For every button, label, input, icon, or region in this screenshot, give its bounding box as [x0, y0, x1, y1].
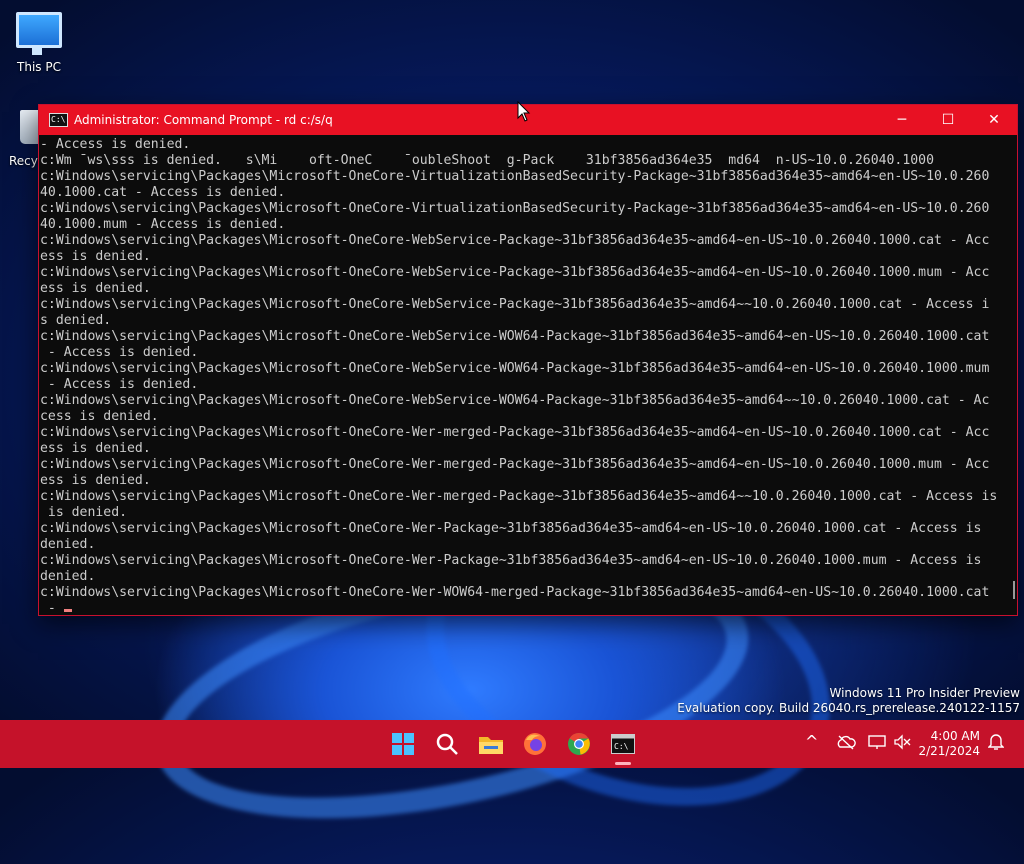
- clock-time: 4:00 AM: [930, 729, 980, 743]
- show-hidden-icons-button[interactable]: ^: [805, 732, 818, 751]
- volume-muted-icon[interactable]: [893, 734, 911, 754]
- console-line: ess is denied.: [40, 441, 151, 456]
- terminal-button[interactable]: C:\: [607, 728, 639, 760]
- taskbar: C:\ ^ 4:00 AM 2/21/2024: [0, 720, 1024, 768]
- evaluation-watermark: Windows 11 Pro Insider Preview Evaluatio…: [677, 686, 1020, 716]
- console-line: is denied.: [40, 505, 128, 520]
- watermark-line: Windows 11 Pro Insider Preview: [829, 686, 1020, 700]
- console-line: cess is denied.: [40, 409, 159, 424]
- console-line: c:Windows\servicing\Packages\Microsoft-O…: [40, 169, 990, 184]
- search-button[interactable]: [431, 728, 463, 760]
- console-line: c:Windows\servicing\Packages\Microsoft-O…: [40, 393, 990, 408]
- mouse-cursor-icon: [517, 101, 531, 122]
- console-line: ess is denied.: [40, 281, 151, 296]
- console-line: c:Windows\servicing\Packages\Microsoft-O…: [40, 329, 990, 344]
- console-line: c:Windows\servicing\Packages\Microsoft-O…: [40, 297, 990, 312]
- close-button[interactable]: ✕: [971, 105, 1017, 135]
- desktop-icon-label: This PC: [17, 60, 61, 74]
- console-line: c:Windows\servicing\Packages\Microsoft-O…: [40, 457, 990, 472]
- active-app-indicator: [615, 762, 631, 765]
- console-line: - Access is denied.: [40, 377, 199, 392]
- clock[interactable]: 4:00 AM 2/21/2024: [918, 729, 980, 759]
- console-line: c:Windows\servicing\Packages\Microsoft-O…: [40, 265, 990, 280]
- file-explorer-button[interactable]: [475, 728, 507, 760]
- start-button[interactable]: [387, 728, 419, 760]
- chrome-button[interactable]: [563, 728, 595, 760]
- search-icon: [436, 733, 458, 755]
- maximize-button[interactable]: ☐: [925, 105, 971, 135]
- console-line: c:Windows\servicing\Packages\Microsoft-O…: [40, 361, 990, 376]
- cmd-icon: C:\: [49, 113, 68, 127]
- console-line: c:Windows\servicing\Packages\Microsoft-O…: [40, 233, 990, 248]
- svg-text:C:\: C:\: [614, 742, 629, 751]
- console-line: 40.1000.mum - Access is denied.: [40, 217, 286, 232]
- console-line: c:Windows\servicing\Packages\Microsoft-O…: [40, 425, 990, 440]
- console-line: ess is denied.: [40, 249, 151, 264]
- terminal-icon: C:\: [611, 734, 635, 754]
- console-line: c:Windows\servicing\Packages\Microsoft-O…: [40, 521, 982, 536]
- console-output[interactable]: - Access is denied. c:Wm ̄ ws\sss is deni…: [39, 135, 1005, 615]
- console-line: -: [40, 601, 1005, 615]
- notification-bell-icon[interactable]: [987, 733, 1005, 755]
- window-title: Administrator: Command Prompt - rd c:/s/…: [74, 113, 333, 127]
- console-line: c:Windows\servicing\Packages\Microsoft-O…: [40, 585, 990, 600]
- firefox-button[interactable]: [519, 728, 551, 760]
- scrollbar[interactable]: [1011, 145, 1015, 609]
- command-prompt-window[interactable]: C:\ Administrator: Command Prompt - rd c…: [38, 104, 1018, 616]
- console-line: denied.: [40, 569, 96, 584]
- watermark-line: Evaluation copy. Build 26040.rs_prerelea…: [677, 701, 1020, 715]
- clock-date: 2/21/2024: [918, 744, 980, 758]
- monitor-icon: [16, 12, 62, 55]
- folder-icon: [479, 737, 503, 754]
- console-line: denied.: [40, 537, 96, 552]
- console-line: - Access is denied.: [40, 345, 199, 360]
- console-line: - Access is denied.: [40, 137, 191, 152]
- console-line: c:Windows\servicing\Packages\Microsoft-O…: [40, 201, 990, 216]
- text-cursor: [63, 609, 72, 612]
- onedrive-icon[interactable]: [836, 734, 856, 754]
- desktop-icon-this-pc[interactable]: This PC: [2, 12, 76, 74]
- console-line: c:Wm ̄ ws\sss is denied. s\Mi oft-OneC ̄…: [40, 153, 934, 168]
- firefox-icon: [524, 733, 546, 755]
- windows-logo-icon: [392, 733, 414, 755]
- console-line: c:Windows\servicing\Packages\Microsoft-O…: [40, 553, 982, 568]
- network-icon[interactable]: [868, 734, 886, 754]
- console-line: c:Windows\servicing\Packages\Microsoft-O…: [40, 489, 998, 504]
- chrome-icon: [568, 733, 590, 755]
- minimize-button[interactable]: ─: [879, 105, 925, 135]
- console-line: ess is denied.: [40, 473, 151, 488]
- console-line: 40.1000.cat - Access is denied.: [40, 185, 286, 200]
- console-line: s denied.: [40, 313, 112, 328]
- scrollbar-thumb[interactable]: [1013, 581, 1015, 599]
